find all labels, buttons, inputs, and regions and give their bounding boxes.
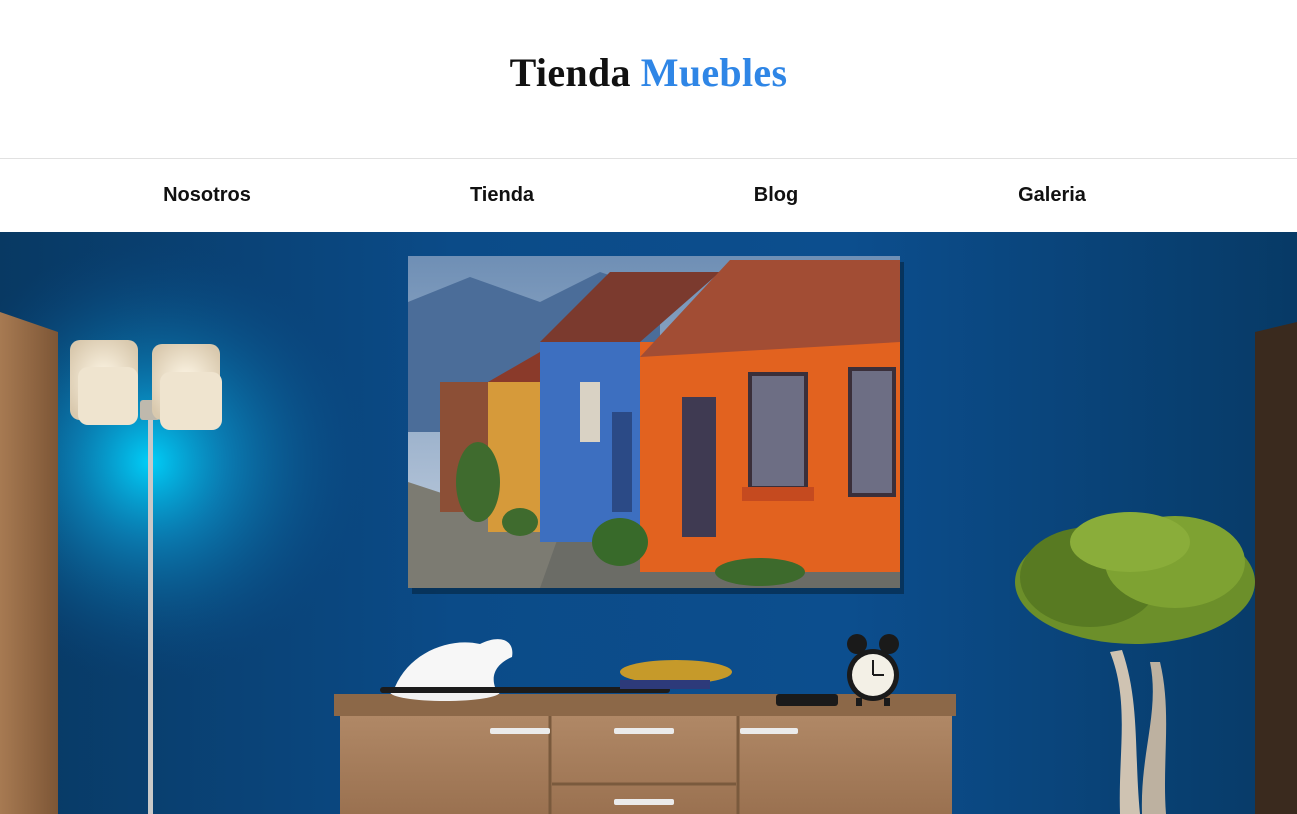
nav-link-galeria[interactable]: Galeria [1018, 159, 1086, 232]
site-header: Tienda Muebles [0, 0, 1297, 159]
nav-link-tienda[interactable]: Tienda [470, 159, 534, 232]
nav-link-blog[interactable]: Blog [754, 159, 798, 232]
main-nav: Nosotros Tienda Blog Galeria [0, 159, 1297, 232]
left-wood-panel [0, 312, 58, 814]
framed-painting-icon [408, 256, 904, 594]
remote-object [776, 694, 838, 706]
hero-image [0, 232, 1297, 814]
site-logo[interactable]: Tienda Muebles [510, 49, 788, 96]
hero-banner [0, 232, 1297, 814]
logo-word-muebles: Muebles [640, 49, 788, 95]
right-wood-panel [1255, 322, 1297, 814]
logo-word-tienda: Tienda [509, 49, 631, 95]
nav-link-nosotros[interactable]: Nosotros [163, 159, 251, 232]
sideboard-icon [334, 694, 956, 814]
